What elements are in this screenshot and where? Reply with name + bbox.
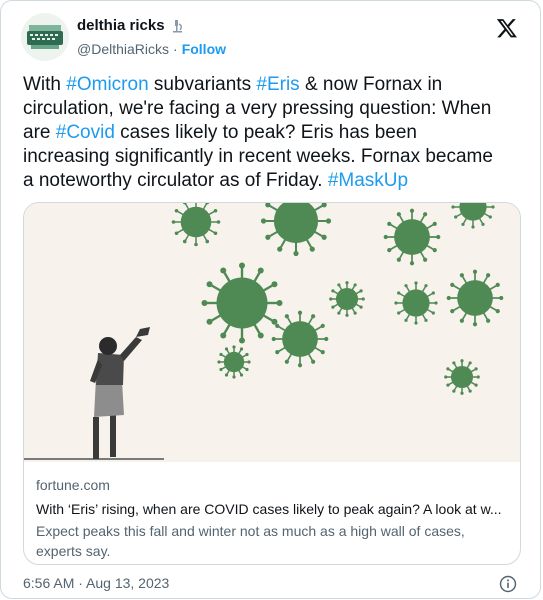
virus-particle — [260, 203, 332, 257]
virus-particle — [201, 262, 283, 344]
virus-particle — [444, 359, 480, 395]
virus-particle — [446, 269, 504, 327]
tweet-text: With #Omicron subvariants #Eris & now Fo… — [23, 73, 503, 193]
hashtag-link[interactable]: #Covid — [56, 122, 115, 143]
virus-particle — [451, 203, 495, 229]
person-figure — [90, 327, 150, 459]
tweet-text-segment: With — [23, 74, 67, 95]
link-domain[interactable]: fortune.com — [36, 475, 510, 495]
hashtag-link[interactable]: #Omicron — [66, 74, 148, 95]
follow-button[interactable]: Follow — [182, 41, 226, 57]
virus-particle — [329, 281, 365, 317]
link-meta: fortune.com With ‘Eris’ rising, when are… — [36, 475, 510, 561]
virus-illustration — [24, 203, 504, 460]
author-name[interactable]: delthia ricks — [77, 17, 165, 34]
virus-particle — [394, 281, 438, 325]
link-preview-image[interactable] — [24, 203, 520, 462]
virus-particle — [171, 203, 221, 247]
virus-particle — [217, 345, 251, 379]
tweet-text-segment: subvariants — [148, 74, 257, 95]
typewriter-avatar-icon — [27, 25, 63, 49]
link-headline[interactable]: With ‘Eris’ rising, when are COVID cases… — [36, 499, 510, 519]
author-handle[interactable]: @DelthiaRicks — [77, 41, 169, 57]
tweet-card: delthia ricks @DelthiaRicks · Follow Wit… — [0, 0, 541, 599]
link-description: Expect peaks this fall and winter not as… — [36, 523, 465, 559]
virus-particle — [383, 208, 441, 266]
hashtag-link[interactable]: #MaskUp — [328, 170, 408, 191]
avatar[interactable] — [21, 13, 69, 61]
link-preview-card[interactable]: fortune.com With ‘Eris’ rising, when are… — [23, 202, 521, 565]
hashtag-link[interactable]: #Eris — [256, 74, 299, 95]
microscope-icon — [172, 19, 182, 32]
x-logo-icon[interactable] — [496, 17, 518, 39]
separator-dot: · — [173, 41, 178, 57]
tweet-timestamp[interactable]: 6:56 AM · Aug 13, 2023 — [23, 575, 169, 591]
author-name-row[interactable]: delthia ricks — [77, 17, 185, 34]
author-handle-row: @DelthiaRicks · Follow — [77, 41, 226, 57]
info-icon[interactable] — [499, 575, 517, 593]
virus-particle — [271, 310, 329, 368]
